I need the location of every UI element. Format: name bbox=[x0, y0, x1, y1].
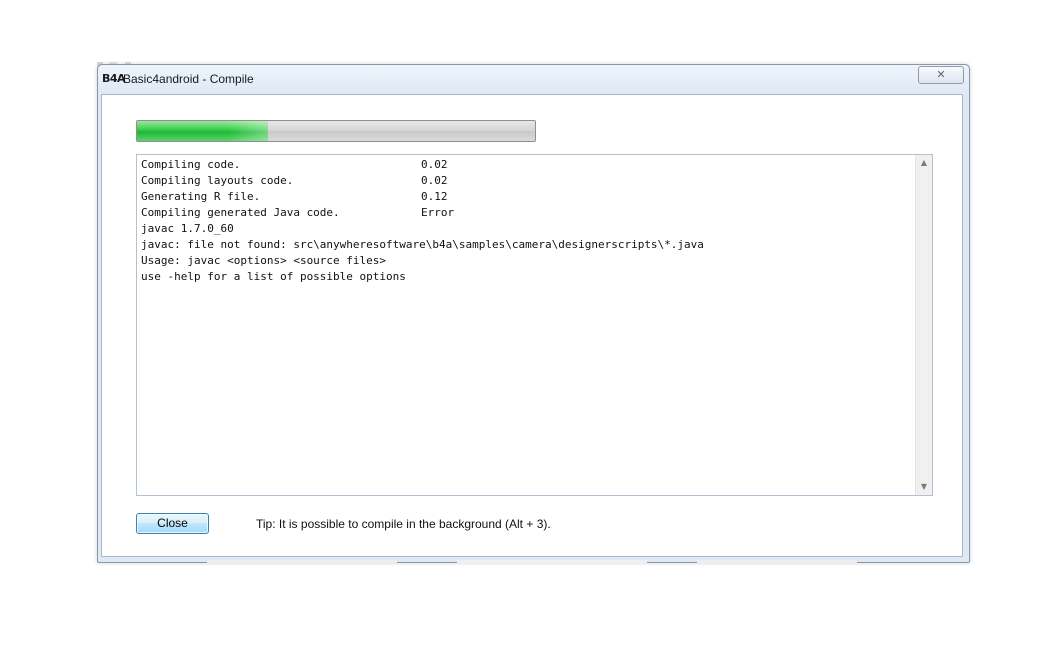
log-line: Compiling code. 0.02 bbox=[141, 157, 914, 173]
log-line: Compiling layouts code. 0.02 bbox=[141, 173, 914, 189]
log-line-text: Generating R file. bbox=[141, 190, 261, 203]
log-line-value: Error bbox=[421, 206, 455, 219]
window-close-button[interactable]: ✕ bbox=[918, 66, 964, 84]
close-icon: ✕ bbox=[936, 68, 946, 81]
log-line: javac 1.7.0_60 bbox=[141, 221, 914, 237]
dialog-content: Compiling code. 0.02 Compiling layouts cod… bbox=[101, 94, 963, 557]
log-line-value: 0.02 bbox=[421, 158, 448, 171]
compile-log[interactable]: Compiling code. 0.02 Compiling layouts cod… bbox=[136, 154, 933, 496]
scroll-up-icon[interactable]: ▲ bbox=[916, 155, 932, 171]
log-line-text: Compiling code. bbox=[141, 158, 241, 171]
log-lines: Compiling code. 0.02 Compiling layouts cod… bbox=[141, 157, 914, 285]
log-line-text: javac: file not found: src\anywheresoftw… bbox=[141, 238, 704, 251]
app-logo-icon: B4A bbox=[102, 72, 126, 85]
progress-fill bbox=[137, 121, 269, 141]
window-title: Basic4android - Compile bbox=[123, 72, 254, 86]
compile-dialog: B4A Basic4android - Compile ✕ Compiling … bbox=[97, 64, 970, 563]
tip-text: Tip: It is possible to compile in the ba… bbox=[256, 517, 551, 531]
log-line: Generating R file. 0.12 bbox=[141, 189, 914, 205]
compile-progress-bar bbox=[136, 120, 536, 142]
log-line-text: Compiling generated Java code. bbox=[141, 206, 340, 219]
log-line-value: 0.12 bbox=[421, 190, 448, 203]
vertical-scrollbar[interactable]: ▲ ▼ bbox=[915, 155, 932, 495]
log-line: Compiling generated Java code. Error bbox=[141, 205, 914, 221]
log-line: Usage: javac <options> <source files> bbox=[141, 253, 914, 269]
background-artifact bbox=[97, 560, 857, 563]
log-line-text: Usage: javac <options> <source files> bbox=[141, 254, 387, 267]
log-line: javac: file not found: src\anywheresoftw… bbox=[141, 237, 914, 253]
log-line-text: javac 1.7.0_60 bbox=[141, 222, 234, 235]
title-bar[interactable]: B4A Basic4android - Compile ✕ bbox=[98, 65, 969, 94]
close-button[interactable]: Close bbox=[136, 513, 209, 534]
scroll-down-icon[interactable]: ▼ bbox=[916, 479, 932, 495]
log-line-value: 0.02 bbox=[421, 174, 448, 187]
log-line: use -help for a list of possible options bbox=[141, 269, 914, 285]
log-line-text: use -help for a list of possible options bbox=[141, 270, 406, 283]
log-line-text: Compiling layouts code. bbox=[141, 174, 294, 187]
